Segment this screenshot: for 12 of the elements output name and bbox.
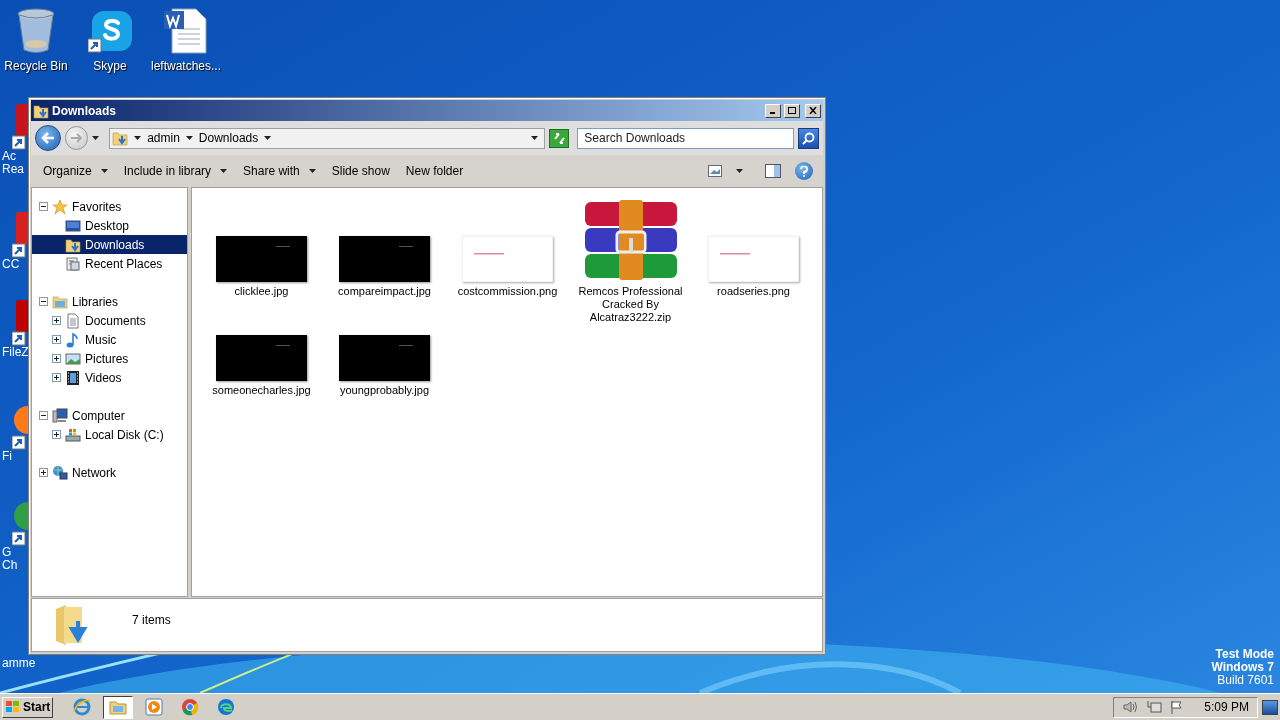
edge-icon [216,697,237,717]
speaker-icon[interactable] [1122,700,1139,714]
start-button[interactable]: Start [2,696,54,718]
flag-icon[interactable] [1170,700,1185,714]
taskbar-app-button[interactable] [103,695,134,719]
clock[interactable]: 5:09 PM [1204,698,1249,716]
play-icon [144,697,165,717]
browser-e-icon [72,697,93,717]
network-icon[interactable] [1146,700,1163,714]
chrome-icon [180,697,201,717]
show-desktop-button[interactable] [1262,699,1278,715]
windows-logo-icon [5,700,21,714]
